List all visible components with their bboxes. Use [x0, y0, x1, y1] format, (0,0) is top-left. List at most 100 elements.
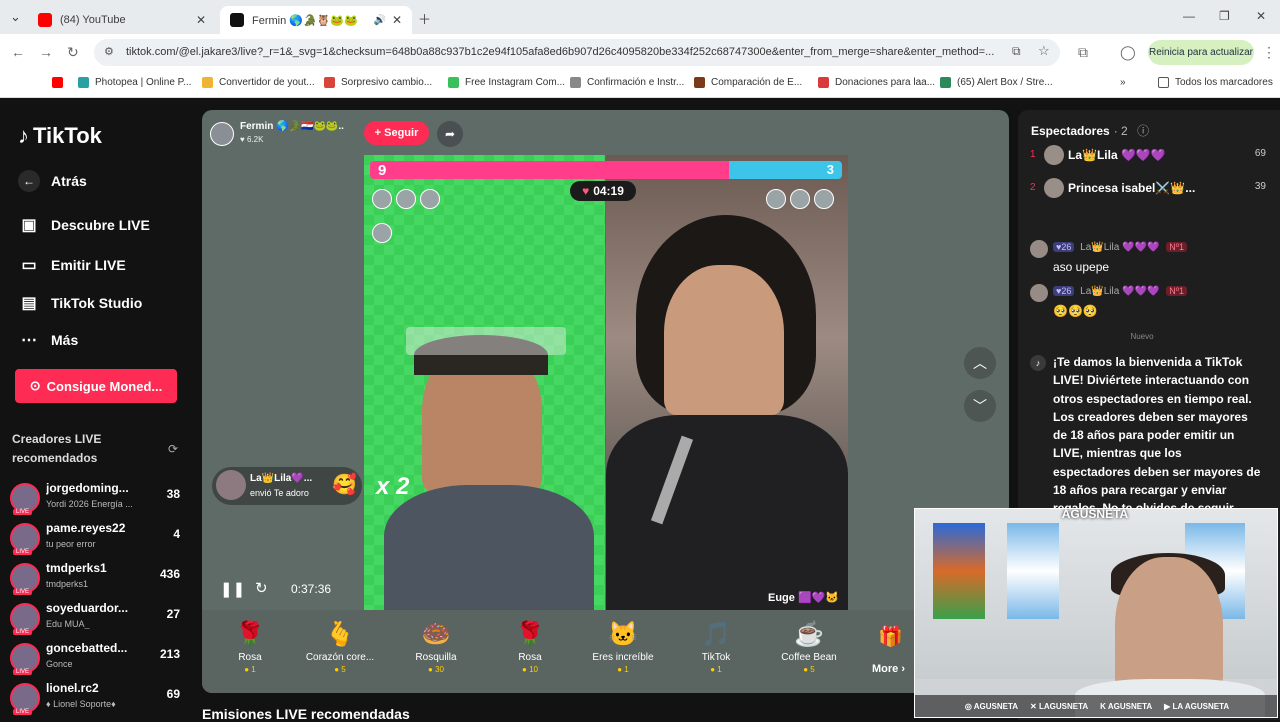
battle-video[interactable]: x 2 9 3 ♥ 04:19 Euge 🟪💜🐱: [364, 155, 848, 612]
extensions-icon[interactable]: ⧉: [1078, 44, 1088, 61]
message-text: 🥺🥺🥺: [1053, 304, 1098, 318]
back-link[interactable]: ← Atrás: [18, 170, 87, 192]
bookmark-item[interactable]: Photopea | Online P...: [78, 77, 191, 88]
supporter-avatar: [814, 189, 834, 209]
reload-icon[interactable]: ↻: [67, 44, 79, 61]
bookmark-item[interactable]: Sorpresivo cambio...: [324, 77, 432, 88]
bookmark-star-icon[interactable]: ☆: [1038, 43, 1050, 59]
share-icon[interactable]: ➦: [437, 121, 463, 147]
elapsed-time: 0:37:36: [291, 582, 332, 596]
rose-icon: 🌹: [235, 621, 265, 648]
creator-item[interactable]: LIVE goncebatted... Gonce 213: [10, 639, 190, 679]
supporter-avatar: [396, 189, 416, 209]
gift-item[interactable]: 🌹 Rosa ● 10: [486, 620, 574, 674]
kick-handle: K AGUSNETA: [1100, 701, 1153, 711]
tab-youtube[interactable]: (84) YouTube ✕: [28, 6, 216, 34]
gift-item[interactable]: 🌹 Rosa ● 1: [206, 620, 294, 674]
nav-descubre-live[interactable]: ▣ Descubre LIVE: [18, 215, 149, 235]
creator-sub: Gonce: [46, 659, 73, 669]
live-badge: LIVE: [13, 509, 33, 515]
close-tab-icon[interactable]: ✕: [196, 13, 206, 27]
booster-icon: [372, 223, 392, 243]
host-name: Fermin 🌎🐊🇵🇾🐸🐸..: [240, 121, 344, 132]
more-bookmarks-icon[interactable]: »: [1120, 77, 1126, 88]
url-field[interactable]: ⚙ tiktok.com/@el.jakare3/live?_r=1&_svg=…: [94, 39, 1060, 66]
nav-mas[interactable]: ⋯ Más: [18, 330, 78, 350]
youtube-bookmark-icon[interactable]: [52, 77, 69, 88]
new-messages-divider: Nuevo: [1130, 332, 1154, 341]
viewer-row[interactable]: 1 La👑Lila 💜💜💜 69: [1030, 144, 1266, 168]
tiktok-note-icon: ♪: [18, 123, 29, 148]
supporter-avatar: [372, 189, 392, 209]
restore-icon[interactable]: ❐: [1219, 9, 1230, 23]
bookmark-item[interactable]: Convertidor de yout...: [202, 77, 315, 88]
cat-icon: 🐱: [608, 621, 638, 648]
pause-icon[interactable]: ❚❚: [220, 580, 245, 598]
nav-emitir-live[interactable]: ▭ Emitir LIVE: [18, 255, 125, 275]
close-window-icon[interactable]: ✕: [1256, 9, 1266, 23]
score-left: 9: [378, 162, 387, 179]
bookmark-item[interactable]: Comparación de E...: [694, 77, 802, 88]
forward-icon[interactable]: →: [39, 44, 53, 60]
host-camera: x 2: [364, 155, 605, 612]
bookmark-item[interactable]: Donaciones para laa...: [818, 77, 935, 88]
bookmark-item[interactable]: Free Instagram Com...: [448, 77, 565, 88]
all-bookmarks[interactable]: Todos los marcadores: [1158, 77, 1273, 88]
viewers-title: Espectadores: [1031, 124, 1110, 138]
youtube-handle: ▶ LA AGUSNETA: [1164, 701, 1230, 711]
refresh-stream-icon[interactable]: ↻: [255, 579, 268, 597]
speaker-icon[interactable]: 🔊: [373, 15, 385, 26]
gift-item[interactable]: 🎵 TikTok ● 1: [672, 620, 760, 674]
creator-name: jorgedoming...: [46, 481, 129, 495]
creator-item[interactable]: LIVE tmdperks1 tmdperks1 436: [10, 559, 190, 599]
sidebar: ♪ TikTok ← Atrás ▣ Descubre LIVE ▭ Emiti…: [0, 99, 200, 720]
chevron-down-icon[interactable]: ﹀: [964, 390, 996, 422]
creator-item[interactable]: LIVE lionel.rc2 ♦ Lionel Soporte♦ 69: [10, 679, 190, 719]
creator-item[interactable]: LIVE jorgedoming... Yordi 2026 Energía .…: [10, 479, 190, 519]
translate-icon[interactable]: ⧉: [1012, 44, 1021, 59]
back-icon[interactable]: ←: [11, 44, 25, 60]
creator-item[interactable]: LIVE pame.reyes22 tu peor error 4: [10, 519, 190, 559]
viewer-count: 4: [173, 527, 180, 541]
poster-image: [933, 523, 985, 619]
profile-icon[interactable]: ◯: [1120, 44, 1136, 61]
bookmark-item[interactable]: (65) Alert Box / Stre...: [940, 77, 1053, 88]
gift-item[interactable]: 🫰 Corazón core... ● 5: [296, 620, 384, 674]
gift-box-icon[interactable]: 🎁: [878, 624, 903, 649]
minimize-icon[interactable]: —: [1183, 9, 1195, 23]
viewer-row[interactable]: 2 Princesa isabel⚔️👑... 39: [1030, 177, 1266, 201]
live-stage: Fermin 🌎🐊🇵🇾🐸🐸.. ♥ 6.2K + Seguir ➦ x 2 9 …: [202, 110, 1009, 693]
gift-item[interactable]: ☕ Coffee Bean ● 5: [765, 620, 853, 674]
host-info[interactable]: Fermin 🌎🐊🇵🇾🐸🐸.. ♥ 6.2K: [210, 120, 360, 148]
more-gifts-link[interactable]: More ›: [872, 663, 905, 675]
tiktok-logo[interactable]: ♪ TikTok: [18, 123, 102, 149]
tab-tiktok[interactable]: Fermin 🌎🐊🦉🐸🐸 🔊 ✕: [220, 6, 412, 34]
get-coins-button[interactable]: ⊙ Consigue Moned...: [15, 369, 177, 403]
info-icon[interactable]: ⓘ: [1137, 124, 1149, 138]
chevron-up-icon[interactable]: ︿: [964, 347, 996, 379]
opponent-name: Euge 🟪💜🐱: [768, 592, 840, 604]
message-text: aso upepe: [1053, 260, 1110, 274]
update-button[interactable]: Reinicia para actualizar: [1148, 40, 1254, 65]
new-tab-icon[interactable]: ＋: [418, 9, 431, 28]
menu-icon[interactable]: ⋮: [1262, 44, 1276, 61]
gift-item[interactable]: 🐱 Eres increíble ● 1: [579, 620, 667, 674]
bookmark-item[interactable]: Confirmación e Instr...: [570, 77, 684, 88]
timer-text: 04:19: [593, 184, 624, 198]
refresh-icon[interactable]: ⟳: [168, 442, 178, 456]
rank-badge: Nº1: [1166, 286, 1187, 296]
level-badge: ♥26: [1053, 242, 1075, 252]
supporter-avatar: [420, 189, 440, 209]
coffee-bean-icon: ☕: [794, 621, 824, 648]
viewer-avatar: [1044, 178, 1064, 198]
close-tab-icon[interactable]: ✕: [392, 13, 402, 27]
channel-logo: AGUSNETA: [1061, 508, 1129, 521]
gift-item[interactable]: 🍩 Rosquilla ● 30: [392, 620, 480, 674]
viewer-avatar: [1044, 145, 1064, 165]
live-badge: LIVE: [13, 709, 33, 715]
site-info-icon[interactable]: ⚙: [104, 45, 114, 58]
tab-search-icon[interactable]: ⌄: [10, 9, 21, 25]
nav-tiktok-studio[interactable]: ▤ TikTok Studio: [18, 293, 142, 313]
follow-button[interactable]: + Seguir: [364, 121, 429, 145]
creator-item[interactable]: LIVE soyeduardor... Edu MUA_ 27: [10, 599, 190, 639]
